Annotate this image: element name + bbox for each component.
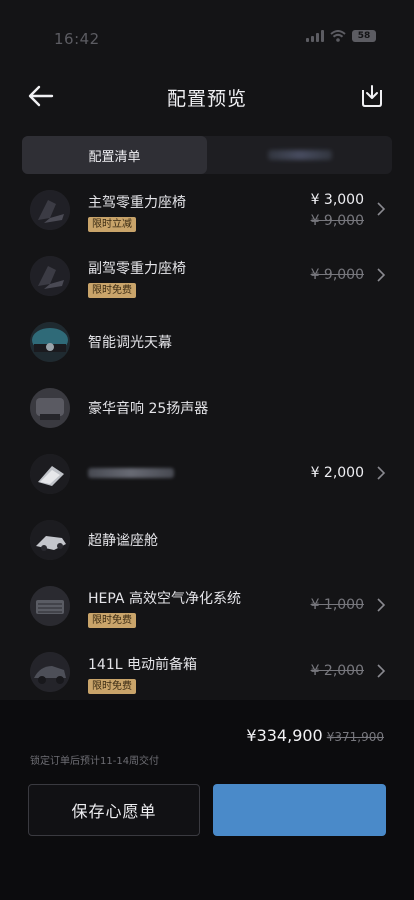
download-icon[interactable] xyxy=(358,82,386,110)
original-total-price: ¥371,900 xyxy=(326,730,384,744)
order-summary-bar: ¥334,900 ¥371,900 锁定订单后预计11-14周交付 保存心愿单 xyxy=(0,700,414,900)
item-original-price: ¥ 2,000 xyxy=(310,663,364,679)
total-price-group: ¥334,900 ¥371,900 xyxy=(246,726,384,745)
air-purifier-thumbnail xyxy=(30,586,70,626)
header: 配置预览 xyxy=(0,70,414,122)
tab-bar: 配置清单 xyxy=(22,136,392,174)
status-badge: 限时免费 xyxy=(88,283,136,298)
battery-icon: 58 xyxy=(352,30,376,42)
save-wishlist-button[interactable]: 保存心愿单 xyxy=(28,784,200,836)
chevron-right-icon xyxy=(377,268,386,282)
status-badge: 限时免费 xyxy=(88,679,136,694)
page-title: 配置预览 xyxy=(166,88,247,110)
item-name: 141L 电动前备箱 xyxy=(88,657,197,673)
chevron-right-icon xyxy=(377,466,386,480)
total-price: ¥334,900 xyxy=(246,726,323,745)
delivery-estimate: 锁定订单后预计11-14周交付 xyxy=(30,756,160,767)
item-name: 智能调光天幕 xyxy=(88,335,172,351)
list-item: 豪华音响 25扬声器 xyxy=(0,374,414,440)
list-item[interactable]: HEPA 高效空气净化系统 限时免费 ¥ 1,000 xyxy=(0,572,414,638)
passenger-seat-thumbnail xyxy=(30,256,70,296)
item-original-price: ¥ 9,000 xyxy=(310,213,364,229)
list-item: 智能调光天幕 xyxy=(0,308,414,374)
chevron-right-icon xyxy=(377,598,386,612)
item-name: HEPA 高效空气净化系统 xyxy=(88,591,241,607)
item-original-price: ¥ 1,000 xyxy=(310,597,364,613)
list-item[interactable]: 141L 电动前备箱 限时免费 ¥ 2,000 xyxy=(0,638,414,704)
item-price: ¥ 2,000 xyxy=(310,465,364,481)
item-name: 副驾零重力座椅 xyxy=(88,261,186,277)
list-item[interactable]: 主驾零重力座椅 限时立减 ¥ 3,000 ¥ 9,000 xyxy=(0,176,414,242)
list-item[interactable]: 副驾零重力座椅 限时免费 ¥ 9,000 xyxy=(0,242,414,308)
accessory-thumbnail xyxy=(30,454,70,494)
config-preview-screen: 16:42 58 配置预览 配置清单 主驾零重力座椅 限时立减 ¥ 3,000 … xyxy=(0,0,414,900)
status-badge: 限时立减 xyxy=(88,217,136,232)
item-name: 豪华音响 25扬声器 xyxy=(88,401,209,417)
status-time: 16:42 xyxy=(54,30,100,48)
status-bar: 16:42 58 xyxy=(0,0,414,70)
tab-second[interactable] xyxy=(207,136,392,174)
status-badge: 限时免费 xyxy=(88,613,136,628)
sunroof-thumbnail xyxy=(30,322,70,362)
item-original-price: ¥ 9,000 xyxy=(310,267,364,283)
frunk-thumbnail xyxy=(30,652,70,692)
list-item: 超静谧座舱 xyxy=(0,506,414,572)
quiet-cabin-thumbnail xyxy=(30,520,70,560)
status-icons: 58 xyxy=(306,30,376,42)
chevron-right-icon xyxy=(377,202,386,216)
chevron-right-icon xyxy=(377,664,386,678)
blurred-tab-label xyxy=(267,150,332,160)
item-price: ¥ 3,000 xyxy=(310,192,364,208)
config-item-list: 主驾零重力座椅 限时立减 ¥ 3,000 ¥ 9,000 副驾零重力座椅 限时免… xyxy=(0,176,414,704)
blurred-item-name xyxy=(88,468,174,478)
wifi-icon xyxy=(330,30,346,42)
driver-seat-thumbnail xyxy=(30,190,70,230)
audio-thumbnail xyxy=(30,388,70,428)
list-item[interactable]: ¥ 2,000 xyxy=(0,440,414,506)
primary-action-button[interactable] xyxy=(213,784,386,836)
signal-icon xyxy=(306,30,324,42)
item-name: 超静谧座舱 xyxy=(88,533,158,549)
item-name: 主驾零重力座椅 xyxy=(88,195,186,211)
tab-config-list[interactable]: 配置清单 xyxy=(22,136,207,174)
